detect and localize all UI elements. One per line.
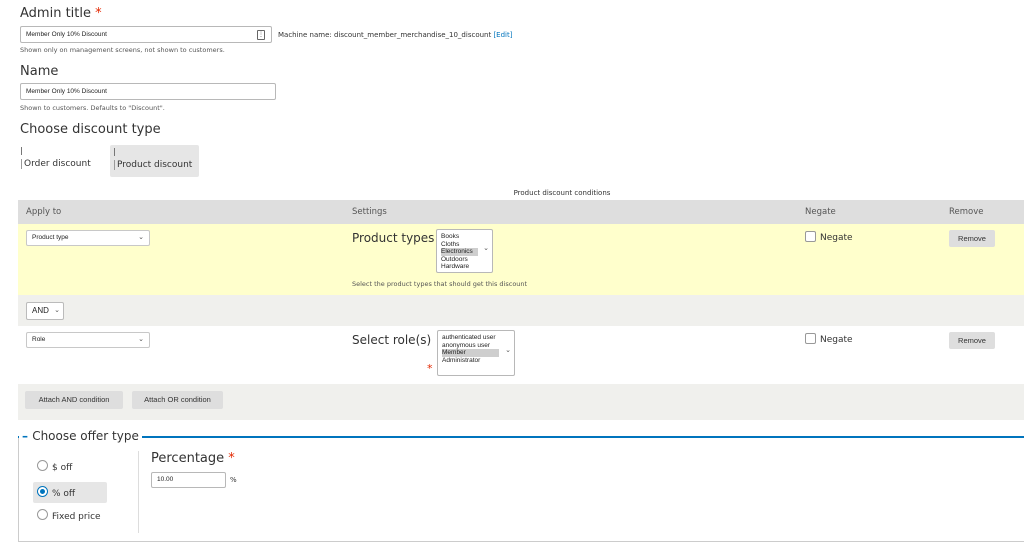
percentage-suffix: %: [230, 476, 237, 484]
chevron-down-icon: ⌄: [505, 347, 511, 354]
chevron-down-icon: ⌄: [54, 307, 60, 314]
apply-to-select[interactable]: Role ⌄: [26, 332, 150, 348]
percentage-label: Percentage *: [151, 451, 235, 466]
condition-row: Product type ⌄ Product types Books Cloth…: [18, 224, 1024, 295]
attach-or-condition-button[interactable]: Attach OR condition: [132, 391, 223, 409]
chevron-down-icon: ⌄: [138, 336, 144, 343]
admin-title-input[interactable]: Member Only 10% Discount ⋮: [20, 26, 272, 43]
option-anonymous-user[interactable]: anonymous user: [442, 342, 510, 350]
attach-conditions-row: Attach AND condition Attach OR condition: [18, 384, 1024, 420]
condition-row: Role ⌄ Select role(s) * authenticated us…: [18, 326, 1024, 384]
fieldset-top-border: [18, 436, 1024, 438]
remove-button[interactable]: Remove: [949, 332, 995, 349]
option-electronics[interactable]: Electronics: [441, 248, 478, 256]
conditions-header: Apply to Settings Negate Remove: [18, 200, 1024, 224]
machine-name-edit-link[interactable]: [Edit]: [493, 31, 512, 39]
header-settings: Settings: [352, 207, 387, 217]
negate-checkbox[interactable]: Negate: [805, 333, 853, 345]
checkbox-icon: [805, 333, 816, 344]
header-negate: Negate: [805, 207, 836, 217]
required-mark: *: [228, 451, 235, 466]
radio-icon: [37, 460, 48, 471]
product-types-help: Select the product types that should get…: [352, 280, 528, 288]
dollar-off-radio[interactable]: $ off: [37, 460, 72, 473]
machine-name: Machine name: discount_member_merchandis…: [278, 31, 513, 39]
option-hardware[interactable]: Hardware: [441, 263, 488, 271]
option-administrator[interactable]: Administrator: [442, 357, 510, 365]
required-mark: *: [95, 6, 102, 21]
roles-multiselect[interactable]: authenticated user anonymous user Member…: [437, 330, 515, 376]
product-discount-option[interactable]: Product discount: [110, 145, 199, 177]
discount-type-label: Choose discount type: [20, 122, 161, 137]
name-description: Shown to customers. Defaults to "Discoun…: [20, 104, 165, 112]
product-types-multiselect[interactable]: Books Cloths Electronics Outdoors Hardwa…: [436, 229, 493, 273]
name-label: Name: [20, 64, 59, 79]
radio-marker-icon: [114, 148, 115, 156]
autofill-icon: ⋮: [257, 30, 265, 40]
chevron-down-icon: ⌄: [483, 245, 489, 252]
apply-to-select[interactable]: Product type ⌄: [26, 230, 150, 246]
option-cloths[interactable]: Cloths: [441, 241, 488, 249]
percent-off-radio[interactable]: % off: [33, 482, 107, 503]
fixed-price-radio[interactable]: Fixed price: [37, 509, 101, 522]
negate-checkbox[interactable]: Negate: [805, 231, 853, 243]
offer-type-legend: – Choose offer type: [19, 429, 142, 443]
operator-select[interactable]: AND ⌄: [26, 302, 64, 320]
attach-and-condition-button[interactable]: Attach AND condition: [25, 391, 123, 409]
checkbox-icon: [805, 231, 816, 242]
option-member[interactable]: Member: [442, 349, 499, 357]
header-apply-to: Apply to: [26, 207, 62, 217]
divider: [138, 451, 139, 533]
offer-type-fieldset: – Choose offer type $ off % off Fixed pr…: [18, 429, 1024, 542]
option-authenticated-user[interactable]: authenticated user: [442, 334, 510, 342]
required-mark: *: [427, 362, 433, 375]
chevron-down-icon: ⌄: [138, 234, 144, 241]
order-discount-option[interactable]: Order discount: [21, 147, 101, 177]
radio-icon: [37, 509, 48, 520]
option-books[interactable]: Books: [441, 233, 488, 241]
name-input[interactable]: Member Only 10% Discount: [20, 83, 276, 100]
select-roles-label: Select role(s): [352, 333, 432, 347]
header-remove: Remove: [949, 207, 984, 217]
remove-button[interactable]: Remove: [949, 230, 995, 247]
operator-row: AND ⌄: [18, 295, 1024, 326]
admin-title-description: Shown only on management screens, not sh…: [20, 46, 225, 54]
radio-marker-icon: [21, 147, 22, 155]
admin-title-label: Admin title *: [20, 6, 102, 21]
product-types-label: Product types: [352, 231, 435, 245]
option-outdoors[interactable]: Outdoors: [441, 256, 488, 264]
percentage-input[interactable]: 10.00: [151, 472, 226, 488]
conditions-caption: Product discount conditions: [513, 189, 611, 197]
radio-selected-icon: [37, 486, 48, 497]
